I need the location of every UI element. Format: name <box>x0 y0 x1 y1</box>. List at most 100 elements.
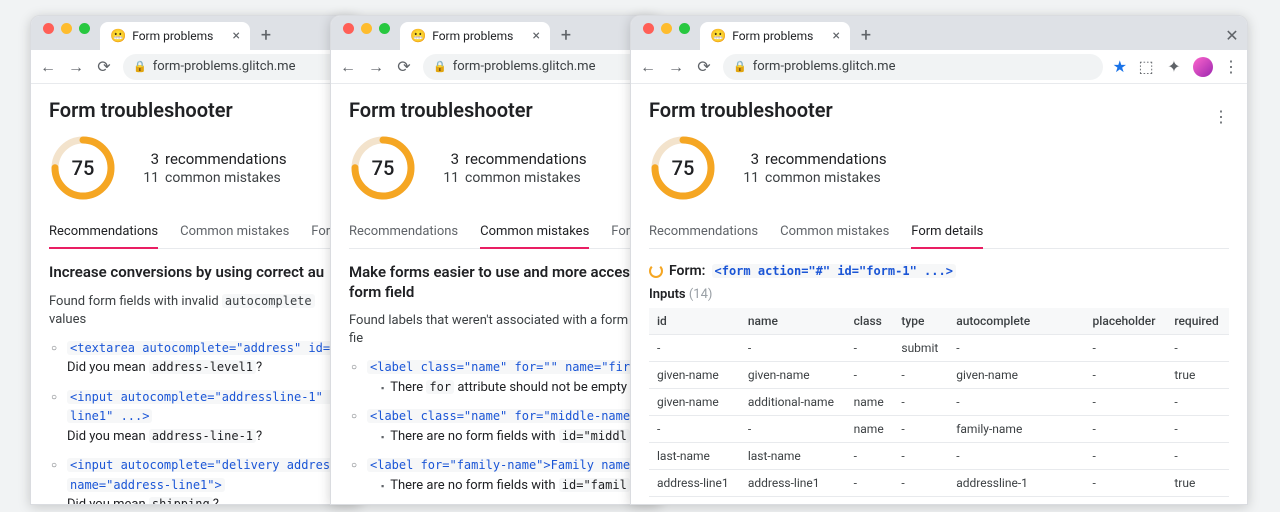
content-tabs: Recommendations Common mistakes For <box>349 216 641 249</box>
minimize-window-icon[interactable] <box>361 23 372 34</box>
tab-common-mistakes[interactable]: Common mistakes <box>780 216 889 248</box>
form-code[interactable]: <form action="#" id="form-1" ...> <box>712 264 956 278</box>
table-cell: addressline-1 <box>948 470 1084 497</box>
table-header: name <box>740 308 846 335</box>
close-tab-icon[interactable]: × <box>833 28 840 44</box>
browser-tab[interactable]: 😬 Form problems × <box>100 22 250 50</box>
table-row: ---submit--- <box>649 335 1229 362</box>
code-snippet[interactable]: <label for="family-name">Family name< <box>367 458 640 472</box>
table-cell: delivery address-line2 <box>948 497 1084 505</box>
browser-menu-icon[interactable]: ⋮ <box>1223 57 1239 76</box>
table-cell: name <box>846 416 894 443</box>
recommendation-item: <input autocomplete="delivery address nam… <box>51 456 341 504</box>
mistake-count: 11 <box>437 170 459 186</box>
inputs-table: idnameclasstypeautocompleteplaceholderre… <box>649 308 1229 504</box>
code-snippet[interactable]: <textarea autocomplete="address" id=" <box>67 341 340 355</box>
address-bar[interactable]: 🔒 form-problems.glitch.me <box>123 54 351 80</box>
code-snippet[interactable]: <label class="name" for="middle-name" <box>367 409 640 423</box>
tab-recommendations[interactable]: Recommendations <box>349 216 458 248</box>
back-button[interactable]: ← <box>639 58 657 76</box>
score-gauge: 75 <box>49 134 117 202</box>
mistake-item: <label class="name" for="middle-name"The… <box>351 407 641 446</box>
close-window-icon[interactable] <box>43 23 54 34</box>
table-cell: - <box>948 443 1084 470</box>
table-cell: - <box>1085 362 1167 389</box>
forward-button[interactable]: → <box>667 58 685 76</box>
maximize-window-icon[interactable] <box>79 23 90 34</box>
profile-avatar[interactable] <box>1193 57 1213 77</box>
url-text: form-problems.glitch.me <box>453 59 596 74</box>
new-tab-button[interactable]: + <box>254 23 278 47</box>
mistake-count: 11 <box>137 170 159 186</box>
tab-recommendations[interactable]: Recommendations <box>649 216 758 248</box>
code-snippet[interactable]: name="address-line1"> <box>67 478 225 492</box>
bookmark-star-icon[interactable]: ★ <box>1113 57 1127 76</box>
table-cell: - <box>948 335 1084 362</box>
reload-button[interactable]: ⟳ <box>395 58 413 76</box>
close-window-icon[interactable] <box>643 23 654 34</box>
tab-recommendations[interactable]: Recommendations <box>49 216 158 249</box>
page-title: Form troubleshooter <box>349 98 641 122</box>
browser-tab[interactable]: 😬 Form problems × <box>700 22 850 50</box>
table-cell: - <box>1166 497 1229 505</box>
maximize-window-icon[interactable] <box>379 23 390 34</box>
reload-button[interactable]: ⟳ <box>695 58 713 76</box>
tab-form-details[interactable]: For <box>611 216 630 248</box>
table-cell: - <box>1166 416 1229 443</box>
table-cell: given-name <box>948 362 1084 389</box>
browser-window-1: 😬 Form problems × + ← → ⟳ 🔒 form-problem… <box>330 15 660 505</box>
table-cell: - <box>1085 443 1167 470</box>
table-cell: given-name <box>649 362 740 389</box>
table-cell: - <box>893 470 948 497</box>
close-tab-icon[interactable]: × <box>233 28 240 44</box>
code-snippet[interactable]: <input autocomplete="addressline-1" c <box>67 390 340 404</box>
close-tab-icon[interactable]: × <box>533 28 540 44</box>
forward-button[interactable]: → <box>367 58 385 76</box>
forward-button[interactable]: → <box>67 58 85 76</box>
back-button[interactable]: ← <box>39 58 57 76</box>
minimize-window-icon[interactable] <box>661 23 672 34</box>
tab-common-mistakes[interactable]: Common mistakes <box>180 216 289 248</box>
reload-button[interactable]: ⟳ <box>95 58 113 76</box>
rec-count: 3 <box>137 150 159 168</box>
score-value: 75 <box>349 134 417 202</box>
browser-toolbar: ← → ⟳ 🔒 form-problems.glitch.me ★ ⬚ ✦ ⋮ <box>631 50 1247 84</box>
minimize-window-icon[interactable] <box>61 23 72 34</box>
back-button[interactable]: ← <box>339 58 357 76</box>
tab-form-details[interactable]: For <box>311 216 330 248</box>
new-tab-button[interactable]: + <box>554 23 578 47</box>
table-cell: address-line1 <box>740 497 846 505</box>
score-gauge: 75 <box>649 134 717 202</box>
address-bar[interactable]: 🔒 form-problems.glitch.me <box>423 54 651 80</box>
table-cell: submit <box>893 335 948 362</box>
recommendation-item: <textarea autocomplete="address" id="Did… <box>51 339 341 378</box>
close-window-icon[interactable] <box>343 23 354 34</box>
tab-common-mistakes[interactable]: Common mistakes <box>480 216 589 249</box>
code-snippet[interactable]: <label class="name" for="" name="firs <box>367 360 640 374</box>
rec-count: 3 <box>737 150 759 168</box>
page-menu-icon[interactable]: ⋮ <box>1213 107 1229 126</box>
mistake-item: <label class="name" for="" name="firsThe… <box>351 358 641 397</box>
browser-tab[interactable]: 😬 Form problems × <box>400 22 550 50</box>
tab-form-details[interactable]: Form details <box>911 216 983 249</box>
table-cell: - <box>740 416 846 443</box>
maximize-window-icon[interactable] <box>679 23 690 34</box>
section-heading: Make forms easier to use and more accesf… <box>349 263 641 302</box>
table-cell: family-name <box>948 416 1084 443</box>
global-close-icon[interactable]: ✕ <box>1223 26 1241 44</box>
table-cell: - <box>846 362 894 389</box>
browser-window-0: 😬 Form problems × + ← → ⟳ 🔒 form-problem… <box>30 15 360 505</box>
table-cell: address-line1 <box>740 470 846 497</box>
url-text: form-problems.glitch.me <box>753 59 896 74</box>
table-cell: - <box>1085 416 1167 443</box>
table-header: class <box>846 308 894 335</box>
table-cell: - <box>893 362 948 389</box>
table-cell: - <box>1085 335 1167 362</box>
address-bar[interactable]: 🔒 form-problems.glitch.me <box>723 54 1103 80</box>
code-snippet[interactable]: line1" ...> <box>67 409 152 423</box>
extensions-icon[interactable]: ⬚ <box>1137 58 1155 76</box>
new-tab-button[interactable]: + <box>854 23 878 47</box>
tab-title: Form problems <box>132 29 213 43</box>
code-snippet[interactable]: <input autocomplete="delivery address <box>67 458 340 472</box>
puzzle-icon[interactable]: ✦ <box>1165 58 1183 76</box>
